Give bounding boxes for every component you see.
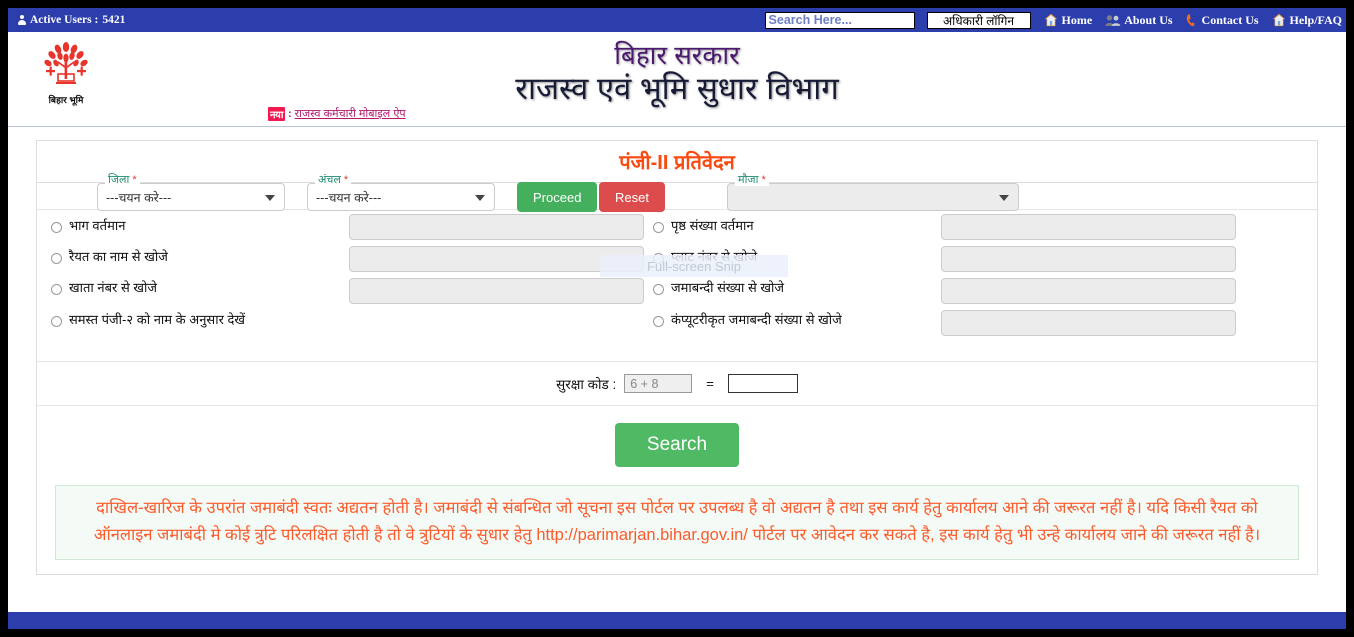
mauja-select[interactable]: मौजा * [727, 175, 1019, 211]
officer-login-label: अधिकारी लॉगिन [942, 13, 1015, 28]
nav-item-about-us[interactable]: About Us [1105, 12, 1173, 28]
chevron-down-icon [999, 195, 1009, 201]
circle-value: ---चयन करे--- [316, 190, 382, 205]
input-jamabandi-sankhya[interactable] [941, 278, 1236, 304]
house-icon [1272, 13, 1286, 27]
option-raiyat-name[interactable]: रैयत का नाम से खोजे [51, 247, 168, 265]
panel-title: पंजी-II प्रतिवेदन [619, 152, 735, 174]
option-samast-panji[interactable]: समस्त पंजी-२ को नाम के अनुसार देखें [51, 310, 245, 328]
option-khata-number[interactable]: खाता नंबर से खोजे [51, 278, 157, 296]
captcha-equals: = [706, 376, 714, 391]
active-users-label: Active Users : [30, 14, 99, 26]
active-users-count: 5421 [102, 14, 126, 26]
search-button-row: Search [37, 406, 1317, 485]
nav-item-help-faq[interactable]: Help/FAQ [1272, 13, 1342, 28]
proceed-button[interactable]: Proceed [517, 182, 598, 212]
input-prishth-sankhya[interactable] [941, 214, 1236, 240]
input-khata-number[interactable] [349, 278, 644, 304]
option-label: समस्त पंजी-२ को नाम के अनुसार देखें [69, 312, 246, 327]
district-select[interactable]: जिला * ---चयन करे--- [97, 175, 285, 211]
radio-prishth-sankhya[interactable] [653, 222, 664, 233]
mauja-legend-text: मौजा [738, 174, 759, 186]
search-input[interactable] [764, 11, 915, 29]
option-computerised-jamabandi[interactable]: कंप्यूटरीकृत जमाबन्दी संख्या से खोजे [653, 310, 842, 328]
radio-samast-panji[interactable] [51, 316, 62, 327]
district-value: ---चयन करे--- [106, 190, 172, 205]
reset-button[interactable]: Reset [599, 182, 665, 212]
input-plot-number[interactable] [941, 246, 1236, 272]
radio-khata-number[interactable] [51, 284, 62, 295]
option-label: भाग वर्तमान [69, 218, 126, 233]
option-plot-number[interactable]: प्लाट नंबर से खोजे [653, 247, 757, 265]
input-raiyat-name[interactable] [349, 246, 644, 272]
new-badge: नया [268, 106, 285, 121]
marquee-link[interactable]: राजस्व कर्मचारी मोबाइल ऐप [295, 106, 406, 121]
option-prishth-sankhya[interactable]: पृष्ठ संख्या वर्तमान [653, 216, 754, 234]
officer-login-button[interactable]: अधिकारी लॉगिन [926, 11, 1031, 29]
phone-icon [1186, 13, 1198, 27]
panel-header: पंजी-II प्रतिवेदन [37, 141, 1317, 183]
option-label: खाता नंबर से खोजे [69, 280, 158, 295]
search-button[interactable]: Search [614, 423, 740, 467]
input-bhag-vartaman[interactable] [349, 214, 644, 240]
top-utility-bar: Active Users :5421 अधिकारी लॉगिन Home [8, 8, 1346, 32]
radio-raiyat-name[interactable] [51, 253, 62, 264]
marquee-separator: : [287, 107, 292, 120]
option-label: प्लाट नंबर से खोजे [671, 249, 758, 264]
circle-legend-text: अंचल [318, 174, 341, 186]
captcha-label: सुरक्षा कोड : [556, 376, 617, 392]
required-star: * [132, 174, 137, 186]
page-title-line2: राजस्व एवं भूमि सुधार विभाग [515, 70, 839, 106]
information-notice: दाखिल-खारिज के उपरांत जमाबंदी स्वतः अद्य… [55, 485, 1299, 561]
district-legend-text: जिला [108, 174, 130, 186]
nav-item-home[interactable]: Home [1044, 12, 1093, 28]
captcha-question: 6 + 8 [624, 374, 693, 393]
people-icon [1105, 14, 1121, 27]
page-title-line1: बिहार सरकार [614, 40, 740, 70]
top-navigation: अधिकारी लॉगिन Home [764, 11, 1342, 29]
chevron-down-icon [265, 195, 275, 201]
radio-jamabandi-sankhya[interactable] [653, 284, 664, 295]
page-container: Active Users :5421 अधिकारी लॉगिन Home [8, 8, 1346, 629]
house-icon [1044, 13, 1058, 27]
header-titles: बिहार सरकार राजस्व एवं भूमि सुधार विभाग [8, 40, 1346, 107]
mauja-legend: मौजा * [735, 175, 769, 186]
input-computerised-jamabandi[interactable] [941, 310, 1236, 336]
nav-label-help-faq: Help/FAQ [1289, 12, 1342, 27]
nav-label-contact-us: Contact Us [1201, 12, 1259, 27]
panji-2-report-panel: पंजी-II प्रतिवेदन जिला * ---चयन करे--- अ… [36, 140, 1318, 576]
filter-row: जिला * ---चयन करे--- अंचल * ---चयन करे--… [37, 175, 1317, 212]
screenshot-root: Active Users :5421 अधिकारी लॉगिन Home [0, 0, 1354, 637]
footer-strip [8, 612, 1346, 629]
captcha-row: सुरक्षा कोड : 6 + 8 = [37, 362, 1317, 406]
circle-select[interactable]: अंचल * ---चयन करे--- [307, 175, 495, 211]
option-label: पृष्ठ संख्या वर्तमान [671, 218, 754, 233]
captcha-answer-input[interactable] [727, 374, 798, 393]
nav-label-home: Home [1061, 12, 1093, 27]
radio-bhag-vartaman[interactable] [51, 222, 62, 233]
option-label: कंप्यूटरीकृत जमाबन्दी संख्या से खोजे [671, 312, 842, 327]
marquee-row: नया : राजस्व कर्मचारी मोबाइल ऐप [8, 106, 1346, 124]
nav-item-contact-us[interactable]: Contact Us [1186, 13, 1259, 28]
option-label: जमाबन्दी संख्या से खोजे [671, 280, 785, 295]
search-options-grid: भाग वर्तमान रैयत का नाम से खोजे खाता नंब… [37, 210, 1317, 362]
announcement-marquee: नया : राजस्व कर्मचारी मोबाइल ऐप [268, 106, 406, 121]
district-legend: जिला * [105, 175, 140, 186]
site-header: बिहार भूमि बिहार सरकार राजस्व एवं भूमि स… [8, 32, 1346, 127]
radio-computerised-jamabandi[interactable] [653, 316, 664, 327]
option-label: रैयत का नाम से खोजे [69, 249, 168, 264]
notice-part2: पोर्टल पर आवेदन कर सकते है, इस कार्य हेत… [747, 525, 1261, 544]
radio-plot-number[interactable] [653, 253, 664, 264]
circle-legend: अंचल * [315, 174, 352, 186]
option-jamabandi-sankhya[interactable]: जमाबन्दी संख्या से खोजे [653, 278, 784, 296]
required-star: * [343, 174, 349, 186]
required-star: * [761, 174, 766, 186]
option-bhag-vartaman[interactable]: भाग वर्तमान [51, 216, 125, 234]
chevron-down-icon [475, 195, 485, 201]
nav-label-about-us: About Us [1124, 12, 1173, 27]
active-users-counter: Active Users :5421 [18, 14, 125, 26]
parimarjan-portal-link[interactable]: http://parimarjan.bihar.gov.in/ [536, 526, 748, 544]
user-icon [18, 14, 26, 26]
